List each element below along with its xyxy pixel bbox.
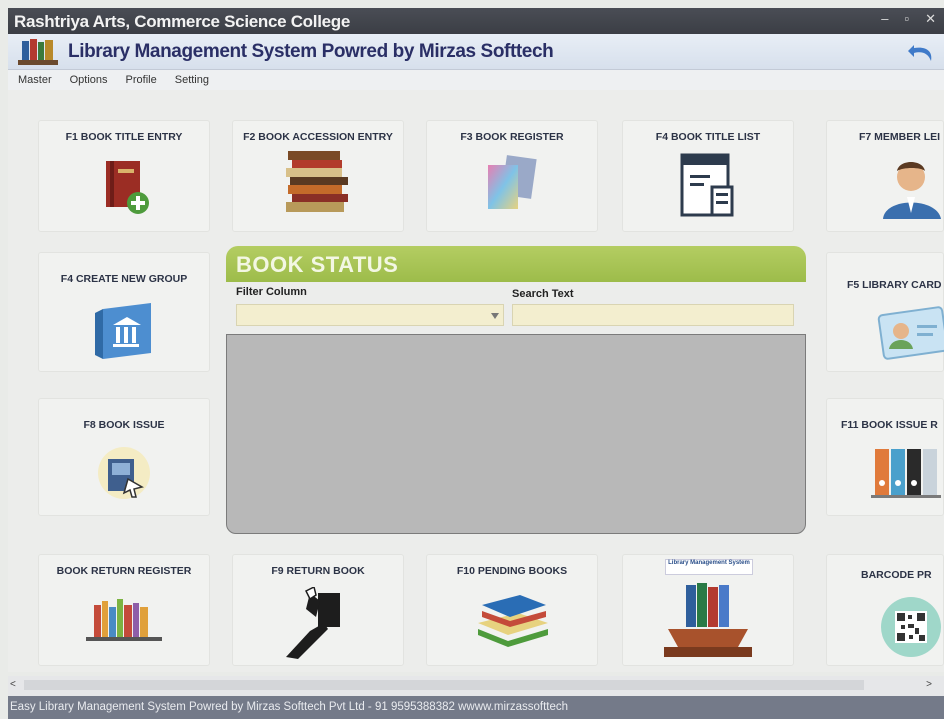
book-issue-icon xyxy=(98,447,150,499)
window-controls: – ▫ ✕ xyxy=(881,11,936,27)
binders-icon xyxy=(871,449,941,498)
tile-library-logo[interactable]: Library Management System xyxy=(622,554,794,666)
tile-label: F4 BOOK TITLE LIST xyxy=(655,131,761,143)
books-logo-icon xyxy=(18,39,58,65)
bookshelf-icon xyxy=(86,599,162,641)
menu-master[interactable]: Master xyxy=(18,74,52,86)
tile-label: F8 BOOK ISSUE xyxy=(83,419,165,431)
book-stack-icon xyxy=(286,151,348,212)
return-book-hands-icon xyxy=(286,587,340,659)
tile-label: F10 PENDING BOOKS xyxy=(456,565,568,577)
book-status-panel: BOOK STATUS Filter Column Search Text xyxy=(226,246,806,536)
tile-pending-books[interactable]: F10 PENDING BOOKS xyxy=(426,554,598,666)
search-text-input[interactable] xyxy=(512,304,794,326)
undo-icon[interactable] xyxy=(906,39,936,65)
pending-books-icon xyxy=(478,595,548,647)
chevron-down-icon xyxy=(491,313,499,319)
library-books-logo-icon xyxy=(664,583,752,657)
tile-label: F3 BOOK REGISTER xyxy=(460,131,564,143)
tile-label: F5 LIBRARY CARD xyxy=(847,279,942,291)
book-status-header: BOOK STATUS xyxy=(226,246,806,282)
app-header: Library Management System Powred by Mirz… xyxy=(8,34,944,70)
tile-label: F1 BOOK TITLE ENTRY xyxy=(65,131,183,143)
tile-book-accession-entry[interactable]: F2 BOOK ACCESSION ENTRY xyxy=(232,120,404,232)
tile-return-book[interactable]: F9 RETURN BOOK xyxy=(232,554,404,666)
search-text-label: Search Text xyxy=(512,288,574,300)
tile-label: F4 CREATE NEW GROUP xyxy=(60,273,188,285)
tile-book-return-register[interactable]: BOOK RETURN REGISTER xyxy=(38,554,210,666)
library-card-icon xyxy=(877,306,944,360)
tile-book-title-list[interactable]: F4 BOOK TITLE LIST xyxy=(622,120,794,232)
tile-label: BARCODE PR xyxy=(861,569,932,581)
scrollbar-thumb[interactable] xyxy=(24,680,864,690)
book-add-icon xyxy=(106,161,149,214)
group-building-icon xyxy=(95,303,151,359)
tile-label: F2 BOOK ACCESSION ENTRY xyxy=(243,131,393,143)
menu-profile[interactable]: Profile xyxy=(126,74,157,86)
book-status-title: BOOK STATUS xyxy=(236,252,399,277)
minimize-icon[interactable]: – xyxy=(881,11,888,27)
close-icon[interactable]: ✕ xyxy=(925,11,936,27)
book-status-grid[interactable] xyxy=(226,334,806,534)
menu-setting[interactable]: Setting xyxy=(175,74,209,86)
tile-book-issue[interactable]: F8 BOOK ISSUE xyxy=(38,398,210,516)
book-status-filters: Filter Column Search Text xyxy=(226,282,806,334)
library-logo-caption: Library Management System xyxy=(665,559,753,575)
tile-book-issue-register[interactable]: F11 BOOK ISSUE R xyxy=(826,398,944,516)
tile-book-title-entry[interactable]: F1 BOOK TITLE ENTRY xyxy=(38,120,210,232)
tile-label: F9 RETURN BOOK xyxy=(271,565,365,577)
tile-member-ledger[interactable]: F7 MEMBER LEI xyxy=(826,120,944,232)
scroll-left-icon[interactable]: < xyxy=(10,679,16,690)
tile-barcode-print[interactable]: BARCODE PR xyxy=(826,554,944,666)
status-bar: Easy Library Management System Powred by… xyxy=(8,696,944,719)
app-title: Library Management System Powred by Mirz… xyxy=(68,41,554,62)
filter-column-label: Filter Column xyxy=(236,286,307,298)
filter-column-select[interactable] xyxy=(236,304,504,326)
maximize-icon[interactable]: ▫ xyxy=(904,11,909,27)
menu-options[interactable]: Options xyxy=(70,74,108,86)
tile-label: BOOK RETURN REGISTER xyxy=(56,565,192,577)
tile-label: F7 MEMBER LEI xyxy=(859,131,941,143)
horizontal-scrollbar[interactable]: < > xyxy=(8,676,944,696)
title-list-icon xyxy=(680,153,734,217)
tile-create-new-group[interactable]: F4 CREATE NEW GROUP xyxy=(38,252,210,372)
window-title: Rashtriya Arts, Commerce Science College xyxy=(14,12,351,31)
scroll-right-icon[interactable]: > xyxy=(926,679,932,690)
qr-code-icon xyxy=(881,597,941,657)
menu-bar: Master Options Profile Setting xyxy=(8,70,944,90)
tile-library-card[interactable]: F5 LIBRARY CARD xyxy=(826,252,944,372)
tile-label: F11 BOOK ISSUE R xyxy=(841,419,938,431)
register-books-icon xyxy=(488,155,537,209)
tile-book-register[interactable]: F3 BOOK REGISTER xyxy=(426,120,598,232)
member-icon xyxy=(883,162,941,219)
window-titlebar: Rashtriya Arts, Commerce Science College… xyxy=(8,8,944,34)
